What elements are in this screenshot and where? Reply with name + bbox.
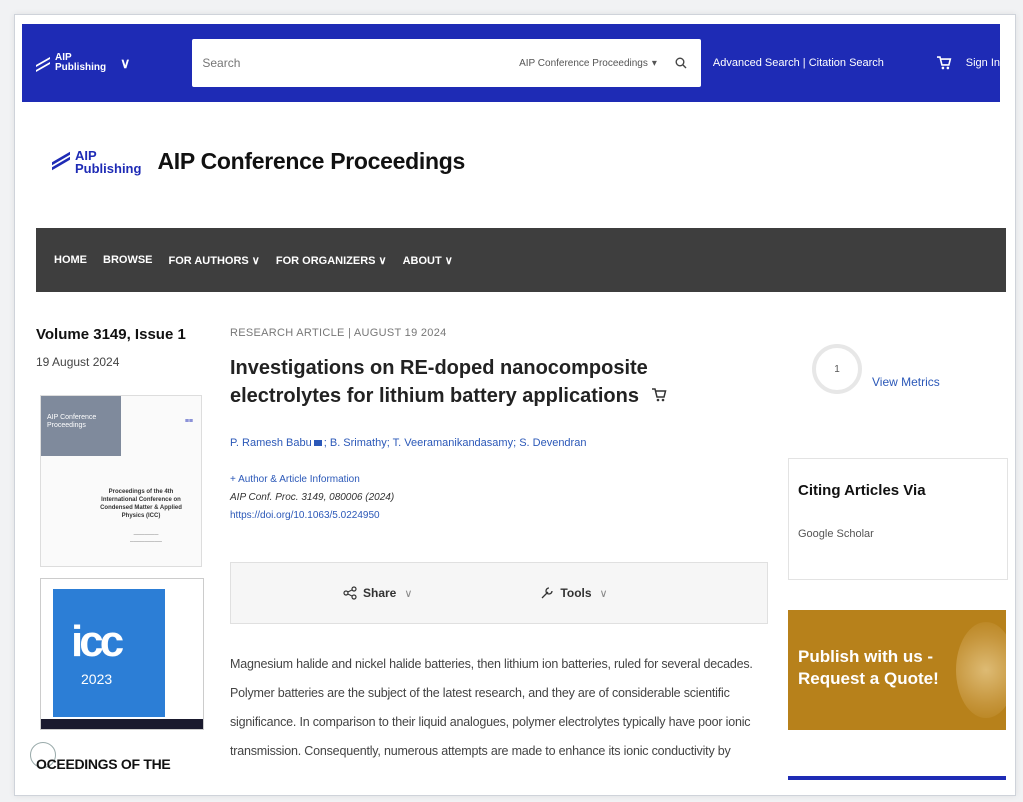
share-button[interactable]: Share ∨ xyxy=(343,586,412,600)
share-icon xyxy=(343,586,357,600)
aip-logo-mark-icon xyxy=(52,151,72,173)
aip-menu-toggle[interactable]: AIP Publishing ∨ xyxy=(36,53,130,73)
icc-year: 2023 xyxy=(81,671,113,687)
doi-link[interactable]: https://doi.org/10.1063/5.0224950 xyxy=(230,510,380,521)
decorative-pattern-icon xyxy=(956,622,1006,718)
cover-lines: ─────── ───────── xyxy=(130,532,162,545)
search-icon[interactable] xyxy=(675,57,687,69)
nav-for-authors[interactable]: FOR AUTHORS ∨ xyxy=(169,254,260,267)
article-citation: AIP Conf. Proc. 3149, 080006 (2024) xyxy=(230,492,395,503)
article-title: Investigations on RE-doped nanocomposite… xyxy=(230,354,760,410)
publish-banner-text: Publish with us - Request a Quote! xyxy=(798,646,939,690)
nav-for-organizers[interactable]: FOR ORGANIZERS ∨ xyxy=(276,254,387,267)
metrics-donut[interactable]: 1 xyxy=(812,344,862,394)
abstract-line: Polymer batteries are the subject of the… xyxy=(230,686,730,700)
publish-line2: Request a Quote! xyxy=(798,669,939,688)
citing-articles-heading: Citing Articles Via xyxy=(798,482,926,499)
google-scholar-link[interactable]: Google Scholar xyxy=(798,528,874,540)
author-info-toggle[interactable]: + Author & Article Information xyxy=(230,474,360,485)
cover-title: Proceedings of the 4th International Con… xyxy=(100,489,182,519)
aip-publishing-logo-large[interactable]: AIP Publishing xyxy=(52,149,141,175)
site-topbar: AIP Publishing ∨ AIP Conference Proceedi… xyxy=(22,24,1000,102)
issue-cover-image[interactable]: AIP Conference Proceedings ≡≡ Proceeding… xyxy=(40,395,202,567)
main-nav: HOME BROWSE FOR AUTHORS ∨ FOR ORGANIZERS… xyxy=(36,228,1006,292)
author-link[interactable]: P. Ramesh Babu xyxy=(230,437,312,449)
article-meta: RESEARCH ARTICLE | AUGUST 19 2024 xyxy=(230,327,447,339)
author-links[interactable]: ; B. Srimathy; T. Veeramanikandasamy; S.… xyxy=(324,437,587,449)
conference-cover-image[interactable]: icc 2023 xyxy=(40,578,204,730)
issue-volume[interactable]: Volume 3149, Issue 1 xyxy=(36,326,186,343)
search-bar: AIP Conference Proceedings▾ xyxy=(192,38,701,88)
citing-articles-panel xyxy=(788,458,1008,580)
abstract-text: Magnesium halide and nickel halide batte… xyxy=(230,650,762,766)
chevron-down-icon: ∨ xyxy=(404,587,413,600)
nav-about[interactable]: ABOUT ∨ xyxy=(403,254,453,267)
publish-with-us-banner[interactable]: Publish with us - Request a Quote! xyxy=(788,610,1006,730)
cover-aip-logo-icon: ≡≡ xyxy=(184,418,193,425)
share-label: Share xyxy=(363,586,397,600)
search-scope-select[interactable]: AIP Conference Proceedings ▾ xyxy=(519,58,657,69)
publish-line1: Publish with us - xyxy=(798,647,934,666)
tools-button[interactable]: Tools ∨ xyxy=(540,586,608,600)
cart-icon[interactable] xyxy=(651,387,667,403)
issue-date: 19 August 2024 xyxy=(36,355,120,369)
icc-logo: icc xyxy=(71,617,124,666)
sidebar-bottom-rule xyxy=(788,776,1006,780)
cover-bottom-strip xyxy=(41,719,203,729)
cart-icon[interactable] xyxy=(936,55,952,71)
view-metrics-link[interactable]: View Metrics xyxy=(872,375,940,389)
metric-value: 1 xyxy=(834,363,840,375)
mail-icon[interactable] xyxy=(313,440,322,446)
aip-publishing-logo: AIP Publishing xyxy=(36,53,106,73)
journal-title[interactable]: AIP Conference Proceedings xyxy=(157,148,465,175)
logo-line2: Publishing xyxy=(55,62,107,73)
tools-label: Tools xyxy=(560,586,592,600)
chevron-down-icon: ∨ xyxy=(120,54,131,71)
nav-browse[interactable]: BROWSE xyxy=(103,254,153,266)
advanced-search-link[interactable]: Advanced Search | Citation Search xyxy=(713,57,884,69)
article-actions-bar: Share ∨ Tools ∨ xyxy=(230,562,768,624)
proceedings-caption: OCEEDINGS OF THE xyxy=(36,756,171,772)
aip-logo-mark-icon xyxy=(36,55,52,71)
nav-home[interactable]: HOME xyxy=(54,254,87,266)
chevron-down-icon: ∨ xyxy=(599,587,608,600)
author-list: P. Ramesh Babu ; B. Srimathy; T. Veeraman… xyxy=(230,437,586,449)
cover-band-text: AIP Conference Proceedings xyxy=(47,414,97,429)
header-logo-line2: Publishing xyxy=(75,160,142,176)
abstract-line: transmission. Consequently, numerous att… xyxy=(230,744,731,758)
sign-in-link[interactable]: Sign In xyxy=(966,57,1000,69)
search-scope-label: AIP Conference Proceedings xyxy=(519,57,648,69)
cover-band: AIP Conference Proceedings xyxy=(41,396,121,456)
tools-wrench-icon xyxy=(541,587,554,599)
abstract-line: Magnesium halide and nickel halide batte… xyxy=(230,657,753,671)
search-input[interactable] xyxy=(192,38,520,88)
article-title-text: Investigations on RE-doped nanocomposite… xyxy=(230,357,648,407)
abstract-line: significance. In comparison to their liq… xyxy=(230,715,751,729)
journal-header: AIP Publishing AIP Conference Proceeding… xyxy=(52,148,465,175)
caret-down-icon: ▾ xyxy=(651,57,657,69)
